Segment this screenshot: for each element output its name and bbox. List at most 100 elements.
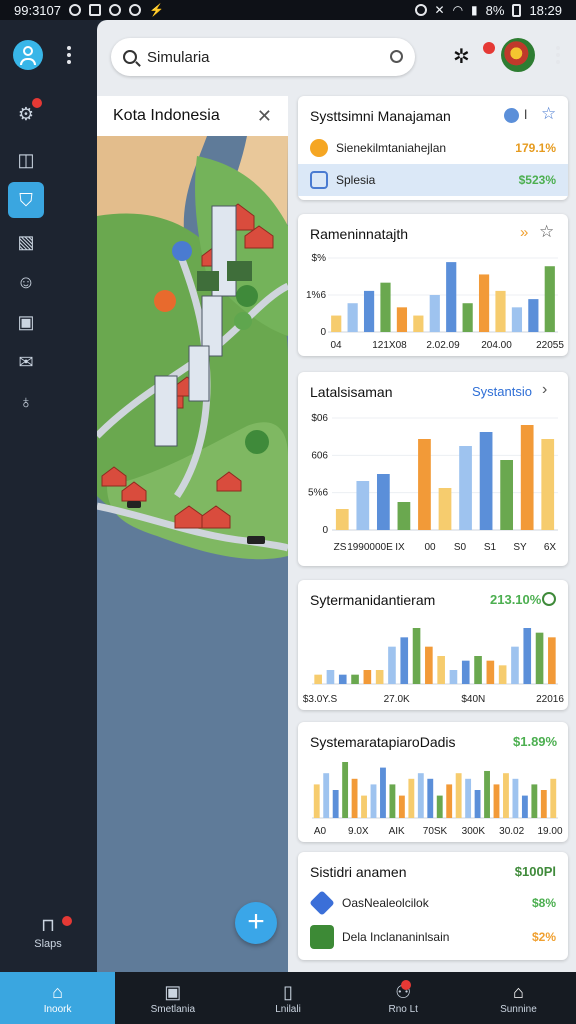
bar[interactable] xyxy=(363,670,372,684)
bar[interactable] xyxy=(400,637,409,684)
bar[interactable] xyxy=(479,432,493,530)
bar[interactable] xyxy=(361,795,367,818)
nav-summary[interactable]: ⌂ Sunnine xyxy=(461,972,576,1024)
bar[interactable] xyxy=(474,656,482,684)
search-submit-icon[interactable] xyxy=(390,50,403,63)
rail-item-mail[interactable]: ✉ xyxy=(8,344,44,380)
bar[interactable] xyxy=(314,674,322,684)
header-more-icon[interactable] xyxy=(556,46,560,64)
bar[interactable] xyxy=(531,784,538,818)
bar[interactable] xyxy=(503,773,509,818)
nav-simulation[interactable]: ▣ Smetlania xyxy=(115,972,230,1024)
list-item[interactable]: Dela Inclananinlsain $2% xyxy=(298,920,568,954)
bar[interactable] xyxy=(376,474,390,530)
tag-icon[interactable]: ǀ xyxy=(524,107,527,122)
bar[interactable] xyxy=(512,778,519,818)
list-item[interactable]: Sienekilmtaniahejlan 179.1% xyxy=(298,132,568,164)
bar[interactable] xyxy=(511,307,523,332)
bar[interactable] xyxy=(446,262,457,332)
bar[interactable] xyxy=(398,795,405,818)
bar[interactable] xyxy=(461,660,470,684)
close-icon[interactable]: ✕ xyxy=(257,106,272,127)
bar[interactable] xyxy=(413,315,424,332)
bar[interactable] xyxy=(326,670,335,684)
search-bar[interactable]: Simularia xyxy=(111,38,415,76)
rail-item-media[interactable]: ▣ xyxy=(8,304,44,340)
bar[interactable] xyxy=(331,315,342,332)
bar[interactable] xyxy=(550,778,557,818)
bar[interactable] xyxy=(498,665,507,684)
bar[interactable] xyxy=(455,773,462,818)
nav-home[interactable]: ⌂ Inoork xyxy=(0,972,116,1024)
rail-item-layers[interactable]: ◫ xyxy=(8,142,44,178)
rail-item-face[interactable]: ☺ xyxy=(8,264,44,300)
bar[interactable] xyxy=(486,660,495,684)
bar[interactable] xyxy=(523,628,532,684)
bar[interactable] xyxy=(446,784,453,818)
bar[interactable] xyxy=(388,646,396,684)
settings-icon[interactable]: ✲ xyxy=(453,44,470,69)
bar[interactable] xyxy=(370,784,377,818)
map-canvas[interactable] xyxy=(97,96,288,972)
rail-item-shield[interactable]: ⛉ xyxy=(8,182,44,218)
list-item[interactable]: OasNealeolcilok $8% xyxy=(298,886,568,920)
bar[interactable] xyxy=(380,767,386,818)
bar[interactable] xyxy=(363,290,375,332)
bar[interactable] xyxy=(449,670,458,684)
bar[interactable] xyxy=(389,784,396,818)
bar[interactable] xyxy=(541,439,555,530)
bar[interactable] xyxy=(437,656,445,684)
rail-item-help[interactable]: ♁ xyxy=(8,384,44,420)
bar[interactable] xyxy=(417,773,424,818)
bar[interactable] xyxy=(342,762,349,818)
rail-more-icon[interactable] xyxy=(67,46,71,64)
header-avatar[interactable] xyxy=(501,38,535,72)
bar[interactable] xyxy=(335,509,349,530)
search-input[interactable]: Simularia xyxy=(147,49,210,66)
bar[interactable] xyxy=(528,299,539,332)
bar[interactable] xyxy=(500,460,514,530)
bar[interactable] xyxy=(313,784,320,818)
bar[interactable] xyxy=(408,778,415,818)
bar[interactable] xyxy=(418,439,431,530)
bar[interactable] xyxy=(474,790,481,818)
bar[interactable] xyxy=(465,778,472,818)
bar[interactable] xyxy=(520,425,534,530)
rail-item-map[interactable]: ▧ xyxy=(8,224,44,260)
bar[interactable] xyxy=(521,795,528,818)
bar[interactable] xyxy=(427,778,434,818)
list-item[interactable]: Splesia $523% xyxy=(298,164,568,196)
bar[interactable] xyxy=(540,790,547,818)
bar[interactable] xyxy=(493,784,500,818)
info-icon[interactable] xyxy=(504,108,519,123)
bar[interactable] xyxy=(338,674,347,684)
bar[interactable] xyxy=(380,282,391,332)
bar[interactable] xyxy=(332,790,339,818)
bar[interactable] xyxy=(462,303,473,332)
bar[interactable] xyxy=(396,307,408,332)
bar[interactable] xyxy=(397,502,411,530)
bar[interactable] xyxy=(478,274,490,332)
bar[interactable] xyxy=(375,670,384,684)
bar[interactable] xyxy=(548,637,556,684)
map-panel[interactable]: Kota Indonesia ✕ xyxy=(97,96,288,972)
bar[interactable] xyxy=(323,773,330,818)
bar[interactable] xyxy=(436,795,443,818)
bar[interactable] xyxy=(356,481,370,530)
nav-documents[interactable]: ▯ Lnilali xyxy=(230,972,345,1024)
bar[interactable] xyxy=(459,446,472,530)
bar[interactable] xyxy=(511,646,519,684)
bar[interactable] xyxy=(351,674,359,684)
bar[interactable] xyxy=(429,295,440,332)
bar[interactable] xyxy=(544,266,555,332)
bar[interactable] xyxy=(484,770,490,818)
rail-item-settings[interactable]: ⚙ xyxy=(8,96,44,132)
bar[interactable] xyxy=(438,488,452,530)
bar[interactable] xyxy=(425,646,433,684)
add-button[interactable]: + xyxy=(235,902,277,944)
profile-avatar[interactable] xyxy=(13,40,43,70)
bar[interactable] xyxy=(412,628,421,684)
nav-people[interactable]: ⚇ Rno Lt xyxy=(346,972,461,1024)
bar[interactable] xyxy=(347,303,358,332)
bar[interactable] xyxy=(351,778,358,818)
